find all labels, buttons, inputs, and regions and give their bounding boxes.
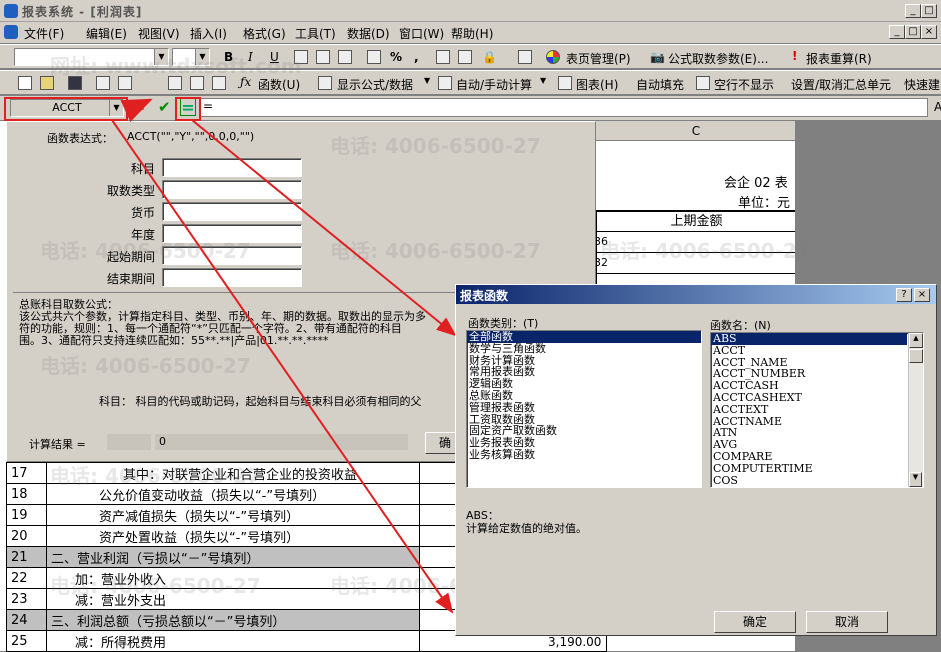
function-name-item[interactable]: COMPARE (711, 451, 907, 463)
scroll-up-icon[interactable]: ▲ (909, 333, 923, 348)
category-item[interactable]: 总账函数 (467, 390, 701, 402)
function-name-item[interactable]: ACCTEXT (711, 403, 907, 416)
function-name-item[interactable]: COMPUTERTIME (711, 462, 907, 475)
arrow (191, 119, 457, 337)
category-item[interactable]: 数学与三角函数 (467, 342, 701, 355)
function-name-item[interactable]: ACCT (711, 344, 907, 357)
function-name-item[interactable]: COS (711, 474, 907, 487)
cancel-button[interactable]: 取消 (806, 611, 888, 633)
function-name-list[interactable]: ABS ACCT ACCT_NAME ACCT_NUMBER ACCTCASH ACCTC… (710, 332, 924, 488)
function-description: ABS： 计算给定数值的绝对值。 (466, 509, 587, 535)
report-function-dialog: 报表函数 ? × 函数类别：(T) 函数名：(N) 全部函数 数学与三角函数 财务计… (455, 284, 937, 636)
function-name-label: 函数名：(N) (710, 319, 771, 332)
dialog-close-button[interactable]: × (914, 288, 930, 302)
ok-button[interactable]: 确定 (714, 611, 796, 633)
scroll-thumb[interactable] (909, 349, 923, 363)
help-button[interactable]: ? (896, 288, 912, 302)
dialog-title-text: 报表函数 (460, 289, 509, 303)
category-item[interactable]: 管理报表函数 (467, 401, 701, 414)
dialog-title: 报表函数 (456, 285, 936, 304)
scroll-down-icon[interactable]: ▼ (909, 472, 922, 487)
category-label: 函数类别：(T) (468, 317, 539, 330)
function-desc-title: ABS： (466, 509, 499, 522)
category-item[interactable]: 业务核算函数 (467, 449, 701, 461)
function-desc-text: 计算给定数值的绝对值。 (466, 522, 587, 535)
function-name-item[interactable]: ACCTCASHEXT (711, 392, 907, 404)
function-name-item[interactable]: ACCTNAME (711, 415, 907, 428)
category-list[interactable]: 全部函数 数学与三角函数 财务计算函数 常用报表函数 逻辑函数 总账函数 管理报表函数 工资取… (466, 330, 702, 488)
arrow (120, 98, 153, 123)
scrollbar[interactable]: ▲ ▼ (908, 333, 923, 487)
function-name-item[interactable]: ATN (711, 427, 907, 439)
